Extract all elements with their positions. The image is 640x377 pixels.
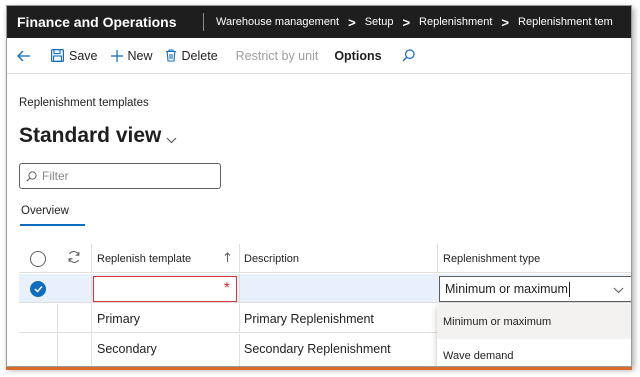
new-label: New (127, 48, 153, 63)
breadcrumb-item-setup[interactable]: Setup (365, 16, 394, 28)
breadcrumb-item-warehouse[interactable]: Warehouse management (216, 16, 339, 28)
column-divider (91, 334, 92, 366)
action-bar: Save New Delete Restrict by unit Options (7, 38, 631, 74)
column-header-template-label: Replenish template (97, 252, 192, 265)
breadcrumb: Warehouse management > Setup > Replenish… (216, 15, 613, 30)
grid-header-row: Replenish template Description Replenish… (19, 244, 631, 273)
filter-box (19, 163, 221, 189)
trash-icon (165, 49, 177, 62)
refresh-icon[interactable] (67, 250, 81, 267)
row-select-cell[interactable] (19, 274, 57, 303)
column-divider (239, 304, 240, 332)
template-cell[interactable]: Primary (91, 304, 239, 333)
breadcrumb-chevron-icon: > (501, 14, 510, 30)
column-divider (57, 334, 58, 366)
bottom-accent-line (6, 367, 632, 370)
column-divider (57, 304, 58, 332)
filter-input[interactable] (42, 169, 212, 183)
app-window: Finance and Operations Warehouse managem… (6, 5, 632, 367)
page-title: Standard view (19, 124, 162, 147)
search-icon[interactable] (402, 49, 415, 62)
select-all-cell[interactable] (19, 244, 57, 273)
tab-active-indicator (20, 224, 85, 226)
text-cursor (568, 281, 570, 297)
sort-up-arrow-icon (224, 251, 231, 266)
breadcrumb-item-templates[interactable]: Replenishment tem (518, 16, 613, 28)
replenishment-type-value: Minimum or maximum (445, 282, 568, 296)
app-name[interactable]: Finance and Operations (7, 14, 203, 30)
column-header-description[interactable]: Description (239, 244, 437, 273)
nav-divider (203, 13, 204, 31)
replenishment-type-dropdown: Minimum or maximum Wave demand (437, 305, 631, 366)
save-icon (51, 49, 64, 62)
filter-search-icon (26, 170, 37, 182)
description-cell[interactable]: Secondary Replenishment (239, 334, 437, 363)
breadcrumb-item-replenishment[interactable]: Replenishment (419, 16, 492, 28)
column-divider (437, 244, 438, 272)
restrict-by-unit-button[interactable]: Restrict by unit (236, 49, 319, 63)
template-cell[interactable]: Secondary (91, 334, 239, 363)
page-caption: Replenishment templates (19, 97, 149, 109)
select-all-radio[interactable] (30, 250, 46, 267)
row-select-cell[interactable] (19, 334, 57, 363)
column-divider (91, 304, 92, 332)
refresh-cell[interactable] (57, 244, 91, 273)
column-divider (239, 244, 240, 272)
description-cell[interactable]: Primary Replenishment (239, 304, 437, 333)
dropdown-option-wave-demand[interactable]: Wave demand (437, 339, 631, 366)
save-label: Save (69, 48, 98, 63)
replenishment-type-select[interactable]: Minimum or maximum (439, 276, 631, 302)
save-button[interactable]: Save (51, 49, 98, 63)
new-button[interactable]: New (110, 49, 153, 63)
checkmark-icon[interactable] (30, 280, 46, 297)
breadcrumb-chevron-icon: > (402, 14, 411, 30)
view-selector[interactable]: Standard view (19, 122, 177, 150)
options-tab[interactable]: Options (334, 49, 381, 63)
required-asterisk-icon: * (223, 280, 230, 297)
delete-button[interactable]: Delete (165, 49, 218, 63)
column-divider (91, 244, 92, 272)
table-row[interactable]: * Minimum or maximum (19, 274, 631, 303)
back-arrow-icon[interactable] (17, 50, 37, 62)
top-nav-bar: Finance and Operations Warehouse managem… (7, 6, 631, 38)
plus-icon (110, 49, 124, 63)
column-header-type[interactable]: Replenishment type (437, 244, 631, 273)
chevron-down-icon (166, 126, 177, 150)
description-cell[interactable] (239, 274, 437, 303)
column-divider (239, 334, 240, 366)
delete-label: Delete (181, 48, 218, 63)
column-header-template[interactable]: Replenish template (91, 244, 239, 273)
tab-overview[interactable]: Overview (21, 205, 69, 217)
template-name-input[interactable]: * (93, 276, 237, 302)
row-select-cell[interactable] (19, 304, 57, 333)
column-divider (239, 274, 240, 302)
chevron-down-icon[interactable] (613, 283, 624, 297)
breadcrumb-chevron-icon: > (348, 14, 356, 30)
column-divider (91, 274, 92, 302)
dropdown-option-minimum-or-maximum[interactable]: Minimum or maximum (437, 305, 631, 339)
